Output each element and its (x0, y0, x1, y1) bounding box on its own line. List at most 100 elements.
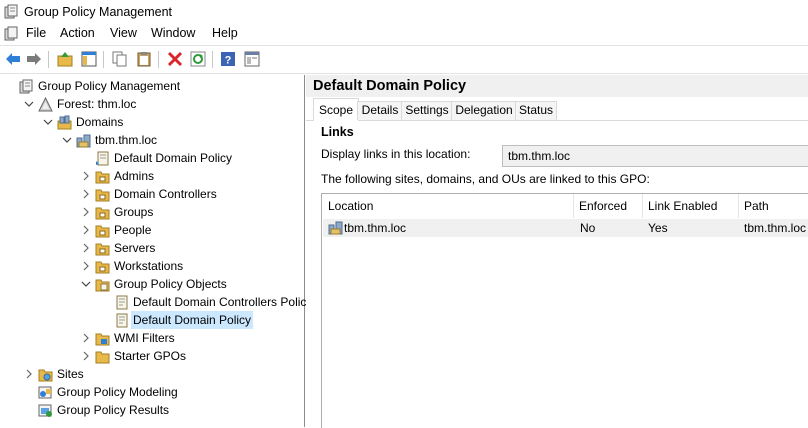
properties-icon[interactable] (244, 51, 260, 67)
column-header-label: Path (744, 199, 769, 213)
tab-status[interactable]: Status (515, 101, 557, 120)
expand-chevron-icon[interactable] (81, 185, 91, 203)
tree-item-label: Group Policy Results (57, 403, 170, 417)
collapse-chevron-icon[interactable] (81, 275, 91, 293)
tab-details[interactable]: Details (357, 101, 403, 120)
tree-item[interactable]: Group Policy Management (0, 77, 300, 95)
folder-icon (95, 351, 110, 364)
tree-item-label: Default Domain Policy (131, 311, 254, 329)
ou-folder-icon (95, 207, 110, 220)
show-hide-tree-icon[interactable] (81, 51, 97, 67)
system-menu-icon[interactable] (4, 26, 19, 41)
expand-chevron-icon[interactable] (24, 365, 34, 383)
table-row[interactable]: tbm.thm.loc No Yes tbm.thm.loc (323, 219, 808, 237)
menu-help[interactable]: Help (212, 26, 238, 40)
tree-item[interactable]: Domain Controllers (0, 185, 300, 203)
tree-item-label: Admins (114, 169, 155, 183)
domain-icon (76, 134, 91, 148)
ou-folder-icon (95, 225, 110, 238)
tree-item-label: Forest: thm.loc (57, 97, 137, 111)
gpm-app-icon (4, 4, 18, 19)
links-table: Location Enforced Link Enabled Path tbm.… (321, 193, 808, 428)
expand-chevron-icon[interactable] (81, 167, 91, 185)
paste-icon[interactable] (136, 51, 152, 67)
refresh-icon[interactable] (190, 51, 206, 67)
expand-chevron-icon[interactable] (81, 329, 91, 347)
domains-icon (57, 115, 72, 130)
tree-item-label: Default Domain Policy (114, 151, 233, 165)
cell-location: tbm.thm.loc (344, 221, 407, 235)
gpo-link-icon (96, 151, 109, 166)
back-arrow-icon[interactable] (5, 51, 21, 67)
tree-item-label: Default Domain Controllers Policy (133, 295, 313, 309)
tree-item[interactable]: tbm.thm.loc (0, 131, 300, 149)
tree-item[interactable]: Forest: thm.loc (0, 95, 300, 113)
menu-view[interactable]: View (110, 26, 137, 40)
column-header-link-enabled[interactable]: Link Enabled (643, 194, 739, 218)
tab-scope[interactable]: Scope (313, 98, 359, 121)
collapse-chevron-icon[interactable] (62, 131, 72, 149)
tree-item[interactable]: Servers (0, 239, 300, 257)
links-heading: Links (321, 125, 354, 139)
column-header-enforced[interactable]: Enforced (574, 194, 643, 218)
svg-text:?: ? (225, 55, 232, 67)
copy-icon[interactable] (112, 51, 128, 67)
ou-folder-icon (95, 261, 110, 274)
gpo-icon (116, 313, 128, 328)
tree-item[interactable]: Default Domain Policy (0, 311, 300, 329)
tree-item[interactable]: Group Policy Results (0, 401, 300, 419)
tab-delegation[interactable]: Delegation (451, 101, 517, 120)
ou-folder-icon (95, 189, 110, 202)
expand-chevron-icon[interactable] (81, 221, 91, 239)
tree-item[interactable]: Default Domain Policy (0, 149, 300, 167)
menu-bar: File Action View Window Help (0, 24, 808, 44)
help-icon[interactable]: ? (220, 51, 236, 67)
display-links-dropdown[interactable]: tbm.thm.loc (502, 145, 808, 167)
gpo-folder-icon (95, 279, 110, 292)
tree-item-label: tbm.thm.loc (95, 133, 158, 147)
expand-chevron-icon[interactable] (81, 203, 91, 221)
ou-folder-icon (95, 243, 110, 256)
expand-chevron-icon[interactable] (81, 347, 91, 365)
tree-item-label: Groups (114, 205, 154, 219)
expand-chevron-icon[interactable] (81, 257, 91, 275)
gpo-icon (116, 295, 128, 310)
forward-arrow-icon[interactable] (26, 51, 42, 67)
menu-file[interactable]: File (26, 26, 46, 40)
title-bar: Group Policy Management (0, 0, 808, 24)
delete-icon[interactable] (167, 51, 183, 67)
tree-item-label: Starter GPOs (114, 349, 187, 363)
tab-settings[interactable]: Settings (401, 101, 453, 120)
column-header-path[interactable]: Path (739, 194, 808, 218)
tree-item[interactable]: Groups (0, 203, 300, 221)
cell-link-enabled: Yes (648, 221, 668, 235)
up-folder-icon[interactable] (57, 51, 73, 67)
tree-item[interactable]: Default Domain Controllers Policy (0, 293, 312, 311)
tree-item-label: Group Policy Objects (114, 277, 227, 291)
cell-path: tbm.thm.loc (744, 221, 807, 235)
window-title: Group Policy Management (24, 5, 172, 19)
expand-chevron-icon[interactable] (81, 239, 91, 257)
menu-window[interactable]: Window (151, 26, 195, 40)
column-header-label: Enforced (579, 199, 628, 213)
tree-item[interactable]: Sites (0, 365, 300, 383)
tree-item[interactable]: Starter GPOs (0, 347, 300, 365)
collapse-chevron-icon[interactable] (24, 95, 34, 113)
display-links-value: tbm.thm.loc (508, 149, 571, 163)
toolbar-separator (103, 51, 104, 68)
toolbar-separator (48, 51, 49, 68)
linked-description: The following sites, domains, and OUs ar… (321, 172, 650, 186)
tree-item[interactable]: Group Policy Objects (0, 275, 300, 293)
tree-item[interactable]: Domains (0, 113, 300, 131)
forest-icon (38, 97, 53, 112)
tree-item[interactable]: Workstations (0, 257, 300, 275)
domain-icon (328, 221, 343, 235)
tree-item[interactable]: People (0, 221, 300, 239)
collapse-chevron-icon[interactable] (43, 113, 53, 131)
tree-item[interactable]: WMI Filters (0, 329, 300, 347)
tree-item[interactable]: Admins (0, 167, 300, 185)
menu-action[interactable]: Action (60, 26, 95, 40)
tree-item[interactable]: Group Policy Modeling (0, 383, 300, 401)
column-header-location[interactable]: Location (322, 194, 574, 218)
toolbar-separator (158, 51, 159, 68)
